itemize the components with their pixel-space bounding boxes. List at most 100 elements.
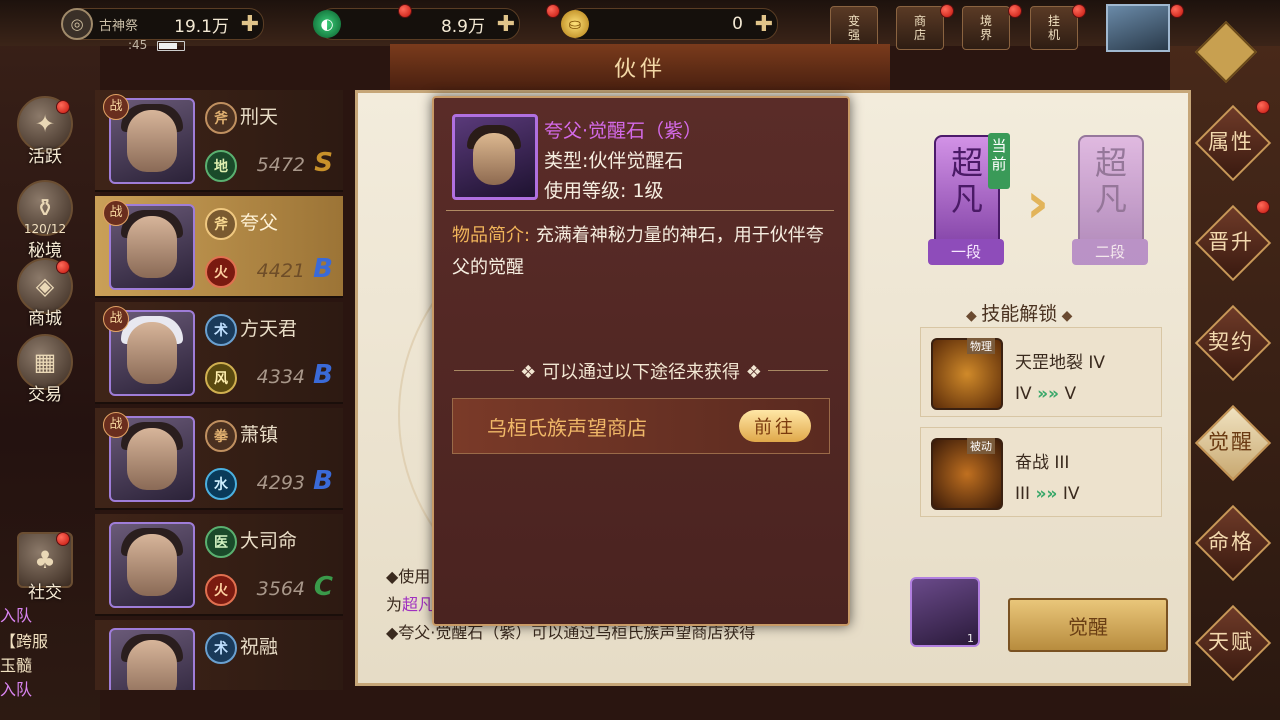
nav-mall-label: 商城 bbox=[28, 309, 62, 329]
strengthen-label-1: 变 bbox=[847, 14, 860, 28]
skill-from: III bbox=[1015, 484, 1031, 504]
stage-char: 凡 bbox=[950, 180, 983, 218]
tab-promote[interactable]: 晋升 bbox=[1194, 204, 1272, 282]
red-dot-icon bbox=[398, 4, 412, 18]
resource-jade[interactable]: ◐ 8.9万 ✚ bbox=[313, 8, 520, 40]
source-row[interactable]: 乌桓氏族声望商店 前往 bbox=[452, 398, 830, 454]
battle-badge-icon: 战 bbox=[103, 200, 129, 226]
obtain-title-label: 可以通过以下途径来获得 bbox=[542, 362, 740, 383]
partner-card[interactable]: 术 祝融 bbox=[95, 620, 343, 690]
nav-secret-realm[interactable]: ⚱ 120/12 秘境 bbox=[10, 180, 80, 261]
red-dot-icon bbox=[1170, 4, 1184, 18]
resource-gold[interactable]: ⛀ 0 ✚ bbox=[561, 8, 778, 40]
diamond-icon: ◆ bbox=[966, 308, 982, 324]
partner-card[interactable]: 医 大司命 火 3564 C bbox=[95, 514, 343, 616]
partner-name: 方天君 bbox=[240, 318, 298, 340]
tab-destiny[interactable]: 命格 bbox=[1194, 504, 1272, 582]
nav-trade-label: 交易 bbox=[28, 385, 62, 405]
arrow-right-icon: › bbox=[1026, 171, 1050, 236]
class-badge-icon: 拳 bbox=[205, 420, 237, 452]
stage-char: 凡 bbox=[1094, 180, 1127, 218]
grade-badge: S bbox=[314, 148, 333, 178]
stage-level: 一段 bbox=[928, 239, 1004, 265]
item-tooltip[interactable]: 夸父·觉醒石（紫） 类型:伙伴觉醒石 使用等级: 1级 物品简介: 充满着神秘力… bbox=[432, 96, 850, 626]
desc-highlight: 超凡 bbox=[402, 595, 435, 614]
divider bbox=[446, 210, 834, 211]
red-dot-icon bbox=[940, 4, 954, 18]
grade-badge: C bbox=[313, 572, 333, 602]
plus-icon[interactable]: ✚ bbox=[493, 12, 519, 37]
plus-icon[interactable]: ✚ bbox=[751, 12, 777, 37]
partner-card[interactable]: 战 斧 刑天 地 5472 S bbox=[95, 90, 343, 192]
realm-button[interactable]: 境 界 bbox=[962, 6, 1010, 50]
skill-name: 天罡地裂 IV bbox=[1015, 353, 1106, 373]
nav-trade[interactable]: ▦ 交易 bbox=[10, 334, 80, 405]
skill-level-change: III »» IV bbox=[1015, 484, 1079, 504]
partner-name: 萧镇 bbox=[240, 424, 279, 446]
stage-char: 超 bbox=[950, 144, 983, 182]
power-label: 古神祭 bbox=[99, 19, 139, 34]
tab-attributes[interactable]: 属性 bbox=[1194, 104, 1272, 182]
chat-line[interactable]: 入队 bbox=[0, 602, 32, 626]
skill-type-tag: 物理 bbox=[967, 338, 995, 354]
red-dot-icon bbox=[1072, 4, 1086, 18]
awaken-button[interactable]: 觉醒 bbox=[1008, 598, 1168, 652]
awaken-stone-slot[interactable]: 1 bbox=[910, 577, 980, 647]
element-badge-icon: 地 bbox=[205, 150, 237, 182]
tab-awaken[interactable]: 觉醒 bbox=[1194, 404, 1272, 482]
item-level: 使用等级: 1级 bbox=[544, 180, 664, 202]
jade-value: 8.9万 bbox=[440, 16, 485, 37]
partner-card[interactable]: 战 拳 萧镇 水 4293 B bbox=[95, 408, 343, 510]
desc-line: ◆使用 bbox=[386, 567, 431, 586]
red-dot-icon bbox=[1256, 200, 1270, 214]
idle-button[interactable]: 挂 机 bbox=[1030, 6, 1078, 50]
class-badge-icon: 术 bbox=[205, 314, 237, 346]
skill-to: V bbox=[1064, 384, 1077, 404]
red-dot-icon bbox=[546, 4, 560, 18]
battle-badge-icon: 战 bbox=[103, 412, 129, 438]
chat-line[interactable]: 玉髓 bbox=[0, 652, 32, 676]
desc-key: 物品简介: bbox=[452, 225, 531, 246]
coin-icon: ◎ bbox=[61, 8, 93, 40]
stage-next: 超 凡 二段 bbox=[1072, 135, 1148, 265]
partner-card-selected[interactable]: 战 斧 夸父 火 4421 B bbox=[95, 196, 343, 298]
chat-line[interactable]: 入队 bbox=[0, 676, 32, 700]
element-badge-icon: 火 bbox=[205, 256, 237, 288]
partner-card[interactable]: 战 术 方天君 风 4334 B bbox=[95, 302, 343, 404]
partner-portrait bbox=[109, 522, 195, 608]
skill-row[interactable]: 被动 奋战 III III »» IV bbox=[920, 427, 1162, 517]
item-name: 夸父·觉醒石（紫） bbox=[544, 120, 703, 142]
idle-label-2: 机 bbox=[1047, 28, 1060, 42]
go-button[interactable]: 前往 bbox=[739, 410, 811, 442]
tab-contract[interactable]: 契约 bbox=[1194, 304, 1272, 382]
nav-social[interactable]: ♣ 社交 bbox=[10, 532, 80, 603]
chat-line[interactable]: 【跨服 bbox=[0, 628, 48, 652]
desc-line: 为超凡 bbox=[386, 591, 434, 615]
partner-name: 大司命 bbox=[240, 530, 298, 552]
plus-icon[interactable]: ✚ bbox=[237, 12, 263, 37]
red-dot-icon bbox=[1256, 100, 1270, 114]
nav-social-label: 社交 bbox=[28, 583, 62, 603]
tab-label: 契约 bbox=[1208, 330, 1254, 354]
event-banner-icon[interactable] bbox=[1106, 4, 1170, 52]
red-dot-icon bbox=[1008, 4, 1022, 18]
jade-icon: ◐ bbox=[313, 10, 341, 38]
battle-badge-icon: 战 bbox=[103, 94, 129, 120]
class-badge-icon: 医 bbox=[205, 526, 237, 558]
tab-talent[interactable]: 天赋 bbox=[1194, 604, 1272, 682]
stone-quantity: 1 bbox=[967, 632, 974, 645]
skill-row[interactable]: 物理 天罡地裂 IV IV »» V bbox=[920, 327, 1162, 417]
shop-button[interactable]: 商 店 bbox=[896, 6, 944, 50]
current-tag: 当前 bbox=[988, 133, 1010, 189]
resource-power[interactable]: ◎ 古神祭 19.1万 ✚ bbox=[61, 8, 264, 40]
tab-label: 命格 bbox=[1208, 530, 1254, 554]
partner-name: 刑天 bbox=[240, 106, 279, 128]
tab-label: 天赋 bbox=[1208, 630, 1254, 654]
partner-list[interactable]: 战 斧 刑天 地 5472 S 战 斧 夸父 火 4421 B 战 术 方天君 … bbox=[95, 90, 345, 690]
page-title: 伙伴 bbox=[613, 57, 666, 82]
element-badge-icon: 火 bbox=[205, 574, 237, 606]
partner-power: 4293 bbox=[256, 472, 305, 494]
tab-label: 觉醒 bbox=[1208, 430, 1254, 454]
item-type: 类型:伙伴觉醒石 bbox=[544, 150, 684, 172]
diamond-icon: ❖ bbox=[740, 362, 762, 383]
